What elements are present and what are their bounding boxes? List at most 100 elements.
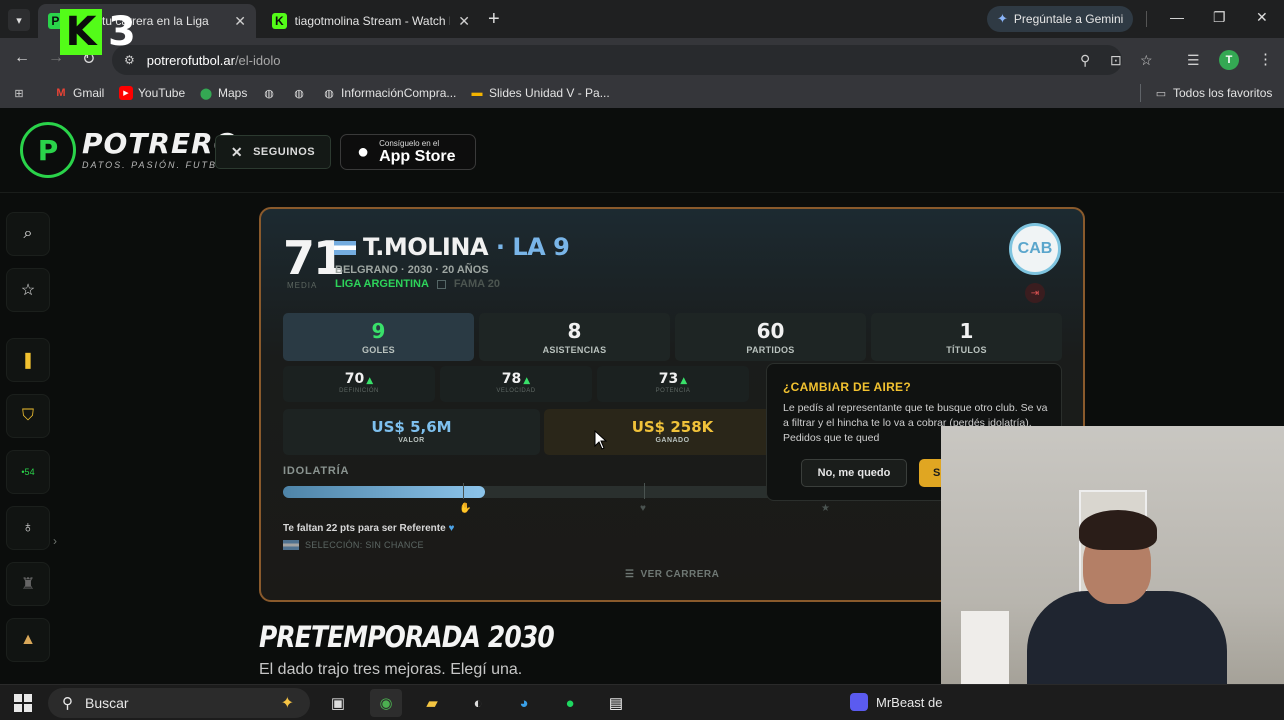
header-divider	[0, 192, 1284, 193]
globe-icon: ◍	[324, 87, 334, 100]
bookmark-label: Slides Unidad V - Pa...	[489, 86, 610, 100]
new-tab-button[interactable]: +	[488, 8, 500, 31]
edge-icon[interactable]: ◕	[508, 689, 540, 717]
overlay-k-letter: K	[60, 9, 102, 55]
exit-icon[interactable]: ⇥	[1025, 283, 1045, 303]
media-app-icon	[850, 693, 868, 711]
chrome-icon[interactable]: ◉	[370, 689, 402, 717]
spotify-icon[interactable]: ●	[554, 689, 586, 717]
arrow-up-icon: ▲	[680, 376, 688, 386]
taskbar-media[interactable]: MrBeast de	[850, 693, 942, 711]
appstore-big-text: App Store	[379, 147, 456, 165]
popup-title: ¿CAMBIAR DE AIRE?	[783, 380, 911, 394]
trophy-icon[interactable]: ❚	[6, 338, 50, 382]
bookmark-label: InformaciónCompra...	[341, 86, 457, 100]
obs-icon[interactable]: ◐	[462, 689, 494, 717]
file-explorer-icon[interactable]: ▰	[416, 689, 448, 717]
ver-carrera-link[interactable]: ☰ VER CARRERA	[625, 569, 719, 580]
tab-search-button[interactable]: ▾	[8, 9, 30, 31]
seleccion-text: SELECCIÓN: SIN CHANCE	[305, 540, 424, 550]
money-ganado: US$ 258K GANADO	[544, 409, 801, 455]
money-label: GANADO	[655, 437, 690, 444]
rating-label: MEDIA	[287, 281, 318, 290]
favorites-star-icon[interactable]: ☆	[6, 268, 50, 312]
bookmark-maps[interactable]: ⬤ Maps	[199, 86, 248, 100]
money-value: US$ 5,6M	[371, 418, 452, 436]
apps-grid-icon[interactable]: ⊞	[12, 86, 26, 100]
cup-icon[interactable]: ♜	[6, 562, 50, 606]
install-app-icon[interactable]: ⊡	[1110, 52, 1122, 69]
zoom-icon[interactable]: ⚲	[1080, 52, 1090, 69]
chevron-right-icon[interactable]: ›	[53, 534, 57, 548]
windows-start-icon[interactable]	[14, 694, 32, 712]
tab-stream[interactable]: K tiagotmolina Stream - Watch Li ✕	[262, 4, 480, 38]
attr-label: POTENCIA	[655, 388, 691, 394]
arrow-up-icon: ▲	[366, 376, 374, 386]
argentina-flag-icon	[334, 241, 356, 255]
profile-avatar[interactable]: T	[1219, 50, 1239, 70]
player-rating: 71	[283, 231, 345, 285]
player-surname: T.MOLINA	[363, 233, 489, 261]
bookmark-label: Todos los favoritos	[1173, 86, 1273, 100]
youtube-icon: ▶	[119, 86, 133, 100]
stay-button[interactable]: No, me quedo	[801, 459, 907, 487]
money-value: US$ 258K	[631, 418, 714, 436]
close-tab-icon[interactable]: ✕	[234, 13, 246, 30]
stat-label: TÍTULOS	[946, 345, 987, 355]
mouse-cursor-icon	[594, 430, 608, 450]
bookmark-informacion[interactable]: ◍ InformaciónCompra...	[322, 86, 456, 100]
task-view-icon[interactable]: ▣	[322, 689, 354, 717]
gemini-label: Pregúntale a Gemini	[1013, 12, 1124, 26]
idolatria-label: IDOLATRÍA	[283, 465, 350, 477]
taskbar-search[interactable]: ⚲ Buscar ✦	[48, 688, 310, 718]
capcut-icon[interactable]: ▤	[600, 689, 632, 717]
player-position: · LA 9	[495, 233, 570, 261]
all-bookmarks[interactable]: ▭ Todos los favoritos	[1154, 86, 1273, 100]
section-title: PRETEMPORADA 2030	[259, 620, 555, 654]
search-icon[interactable]: ⌕	[6, 212, 50, 256]
close-tab-icon[interactable]: ✕	[458, 13, 470, 30]
gmail-icon: M	[56, 87, 66, 99]
sparkle-icon: ✦	[280, 695, 294, 712]
menu-kebab-icon[interactable]: ⋮	[1258, 50, 1273, 68]
reading-list-icon[interactable]: ☰	[1187, 52, 1200, 69]
gemini-button[interactable]: ✦ Pregúntale a Gemini	[987, 6, 1134, 32]
follow-x-button[interactable]: ✕ SEGUINOS	[215, 135, 331, 169]
taskbar-search-label: Buscar	[85, 695, 129, 711]
close-window-icon[interactable]: ✕	[1256, 9, 1268, 26]
club-badge-icon: CAB	[1009, 223, 1061, 275]
apple-icon: ●	[357, 140, 370, 163]
taskbar: ⚲ Buscar ✦ ▣ ◉ ▰ ◐ ◕ ● ▤ MrBeast de	[0, 684, 1284, 720]
stat-label: GOLES	[361, 345, 395, 355]
stat-value: 1	[959, 319, 974, 343]
fama-value: FAMA 20	[453, 278, 500, 290]
bookmark-globe-2[interactable]: ◍	[292, 86, 306, 100]
back-arrow-icon[interactable]: ←	[14, 49, 30, 67]
podium-icon[interactable]: ▲	[6, 618, 50, 662]
bookmark-label: Maps	[218, 86, 248, 100]
app-store-button[interactable]: ● Consíguelo en el App Store	[340, 134, 476, 170]
bookmark-slides[interactable]: ▬ Slides Unidad V - Pa...	[470, 86, 610, 100]
bookmark-youtube[interactable]: ▶ YouTube	[119, 86, 185, 100]
potrero-logo[interactable]: P POTRERO DATOS. PASIÓN. FUTBOL.	[20, 122, 238, 178]
player-league-row: LIGA ARGENTINA FAMA 20	[335, 278, 500, 290]
player-meta: BELGRANO · 2030 · 20 AÑOS	[335, 264, 489, 276]
attr-label: VELOCIDAD	[496, 388, 536, 394]
bookmark-globe-1[interactable]: ◍	[262, 86, 276, 100]
bookmark-star-icon[interactable]: ☆	[1140, 52, 1153, 69]
stat-value: 8	[567, 319, 582, 343]
list-icon: ☰	[625, 569, 635, 580]
microphone-icon[interactable]: ♁	[6, 506, 50, 550]
bookmark-gmail[interactable]: M Gmail	[54, 86, 104, 100]
address-bar[interactable]: ⚙ potrerofutbol.ar/el-idolo	[112, 45, 1122, 75]
league-icon[interactable]: •54	[6, 450, 50, 494]
minimize-icon[interactable]: —	[1170, 9, 1184, 25]
idolatria-hint: Te faltan 22 pts para ser Referente ♥	[283, 523, 454, 534]
shield-badge-icon[interactable]: ⛉	[6, 394, 50, 438]
maps-pin-icon: ⬤	[199, 87, 213, 100]
globe-icon: ◍	[294, 87, 304, 100]
restore-icon[interactable]: ❐	[1213, 9, 1226, 26]
webcam-person-hair	[1079, 510, 1157, 550]
potrero-ball-icon: P	[20, 122, 76, 178]
blue-heart-icon: ♥	[448, 523, 455, 534]
